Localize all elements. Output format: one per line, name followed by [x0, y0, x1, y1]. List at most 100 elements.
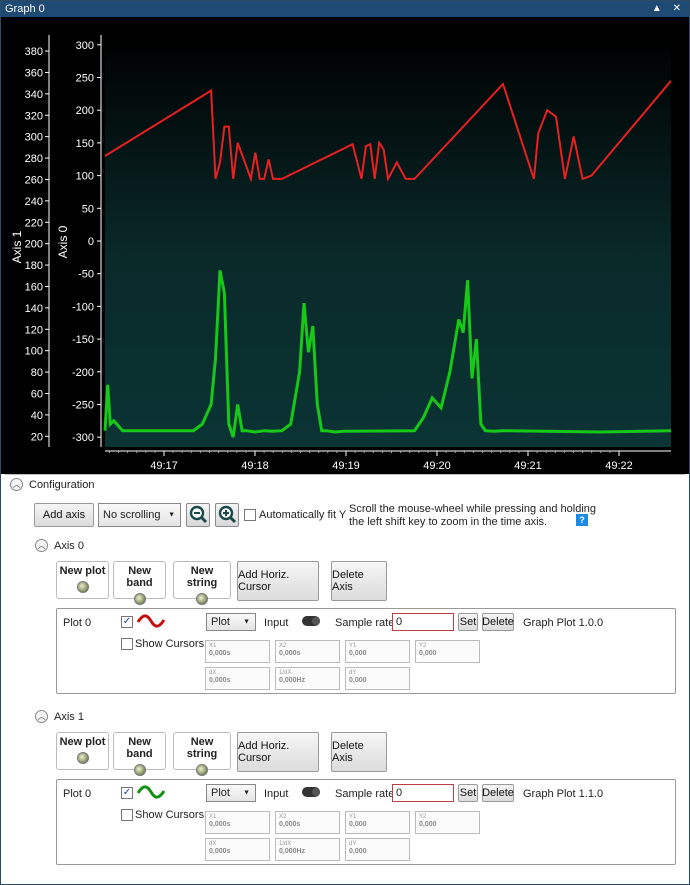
new-band-button[interactable]: New band — [113, 732, 166, 776]
axis1-tick-label: 20 — [31, 431, 43, 443]
axis1-tick-label: 60 — [31, 388, 43, 400]
new-plot-button[interactable]: New plot — [56, 561, 109, 599]
delete-axis-button[interactable]: Delete Axis — [331, 732, 387, 772]
zoom-out-icon — [189, 505, 208, 524]
field-value: 0,000s — [209, 677, 231, 684]
new-string-label: New string — [186, 565, 218, 589]
set-button[interactable]: Set — [458, 784, 478, 802]
add-axis-button[interactable]: Add axis — [34, 503, 94, 527]
field-value: 0,000 — [349, 650, 367, 657]
zoom-out-button[interactable] — [186, 503, 210, 527]
axis0-tick-label: 100 — [76, 171, 94, 183]
plot-color-swatch-icon[interactable] — [135, 612, 169, 630]
axis-title: Axis 0 — [54, 539, 84, 552]
field-key: 1/dX — [279, 841, 292, 847]
axis1-title: Axis 1 — [10, 230, 24, 263]
plot-name: Plot 0 — [63, 617, 92, 629]
auto-fit-checkbox[interactable] — [244, 509, 256, 521]
plot-visible-checkbox[interactable]: ✓ — [121, 616, 133, 628]
scroll-mode-value: No scrolling — [103, 509, 161, 521]
axis1-tick-label: 340 — [25, 89, 43, 101]
zoom-in-button[interactable] — [215, 503, 239, 527]
collapse-icon[interactable]: ▲ — [652, 3, 666, 14]
axis1-tick-label: 380 — [25, 46, 43, 58]
delete-plot-button[interactable]: Delete — [482, 613, 514, 631]
plot-type-value: Plot — [211, 616, 230, 628]
axis1-tick-label: 100 — [25, 346, 43, 358]
sample-rate-input[interactable]: 0 — [392, 613, 454, 631]
cursor-field-3: Y2 0,000 — [415, 811, 480, 834]
plot-type-select[interactable]: Plot ▼ — [206, 613, 256, 631]
chevron-up-icon[interactable]: ︿ — [35, 539, 48, 552]
x-tick-label: 49:17 — [150, 460, 178, 472]
field-key: dX — [209, 670, 217, 676]
axis1-tick-label: 40 — [31, 410, 43, 422]
axis1-tick-label: 360 — [25, 67, 43, 79]
show-cursors-checkbox[interactable] — [121, 809, 133, 821]
field-key: Y2 — [419, 814, 427, 820]
input-label: Input — [264, 617, 289, 629]
cursor-field-4: dX 0,000s — [205, 838, 270, 861]
new-band-button[interactable]: New band — [113, 561, 166, 605]
set-button[interactable]: Set — [458, 613, 478, 631]
delete-plot-button[interactable]: Delete — [482, 784, 514, 802]
plot-name: Plot 0 — [63, 788, 92, 800]
help-icon[interactable]: ? — [576, 514, 588, 526]
sample-rate-label: Sample rate — [335, 617, 395, 629]
field-value: 0,000Hz — [279, 677, 306, 684]
axis0-tick-label: -50 — [78, 269, 94, 281]
dropdown-arrow-icon: ▼ — [168, 511, 175, 519]
axis0-tick-label: -200 — [72, 367, 94, 379]
graph-area[interactable]: 20 40 60 80 100 120 140 160 180 200 220 240 260 280 30… — [1, 17, 689, 474]
field-key: Y1 — [349, 814, 357, 820]
delete-axis-button[interactable]: Delete Axis — [331, 561, 387, 601]
zoom-in-icon — [218, 505, 237, 524]
configuration-expander[interactable]: ︿ Configuration — [10, 478, 94, 491]
cursor-field-2: Y1 0,000 — [345, 640, 410, 663]
plot-color-swatch-icon[interactable] — [135, 783, 169, 801]
x-tick-label: 49:22 — [605, 460, 633, 472]
window-titlebar: Graph 0 ▲ ✕ — [1, 1, 689, 17]
show-cursors-checkbox[interactable] — [121, 638, 133, 650]
sample-rate-label: Sample rate — [335, 788, 395, 800]
field-value: 0,000s — [279, 821, 301, 828]
help-text-line-2: the left shift key to zoom in the time a… — [349, 516, 548, 528]
field-key: Y1 — [349, 643, 357, 649]
axis0-tick-label: 150 — [76, 138, 94, 150]
cursor-field-4: dX 0,000s — [205, 667, 270, 690]
input-knob-icon[interactable] — [301, 786, 321, 798]
input-knob-icon[interactable] — [301, 615, 321, 627]
new-string-button[interactable]: New string — [173, 561, 231, 605]
field-value: 0,000 — [349, 848, 367, 855]
add-horiz-cursor-button[interactable]: Add Horiz. Cursor — [237, 732, 319, 772]
cursor-field-6: dY 0,000 — [345, 667, 410, 690]
chevron-up-icon[interactable]: ︿ — [10, 478, 23, 491]
scroll-mode-select[interactable]: No scrolling ▼ — [98, 503, 181, 527]
field-key: X1 — [209, 814, 217, 820]
add-horiz-cursor-button[interactable]: Add Horiz. Cursor — [237, 561, 319, 601]
chart[interactable]: 20 40 60 80 100 120 140 160 180 200 220 240 260 280 30… — [1, 17, 689, 474]
new-plot-button[interactable]: New plot — [56, 732, 109, 770]
new-band-label: New band — [126, 565, 153, 589]
new-string-button[interactable]: New string — [173, 732, 231, 776]
axis0-tick-label: 300 — [76, 40, 94, 52]
x-tick-label: 49:19 — [332, 460, 360, 472]
axis0-tick-label: -250 — [72, 399, 94, 411]
field-key: Y2 — [419, 643, 427, 649]
cursor-field-6: dY 0,000 — [345, 838, 410, 861]
plot-visible-checkbox[interactable]: ✓ — [121, 787, 133, 799]
chevron-up-icon[interactable]: ︿ — [35, 710, 48, 723]
cursor-field-5: 1/dX 0,000Hz — [275, 667, 340, 690]
sample-rate-input[interactable]: 0 — [392, 784, 454, 802]
cursor-field-1: X2 0,000s — [275, 811, 340, 834]
auto-fit-label: Automatically fit Y — [259, 509, 347, 521]
plot-type-select[interactable]: Plot ▼ — [206, 784, 256, 802]
new-string-label: New string — [186, 736, 218, 760]
x-tick-label: 49:21 — [514, 460, 542, 472]
field-value: 0,000 — [419, 821, 437, 828]
axis-expander[interactable]: ︿ Axis 0 — [35, 539, 84, 552]
led-icon — [196, 764, 208, 776]
close-icon[interactable]: ✕ — [673, 3, 685, 14]
plot-area — [105, 35, 671, 447]
axis-expander[interactable]: ︿ Axis 1 — [35, 710, 84, 723]
